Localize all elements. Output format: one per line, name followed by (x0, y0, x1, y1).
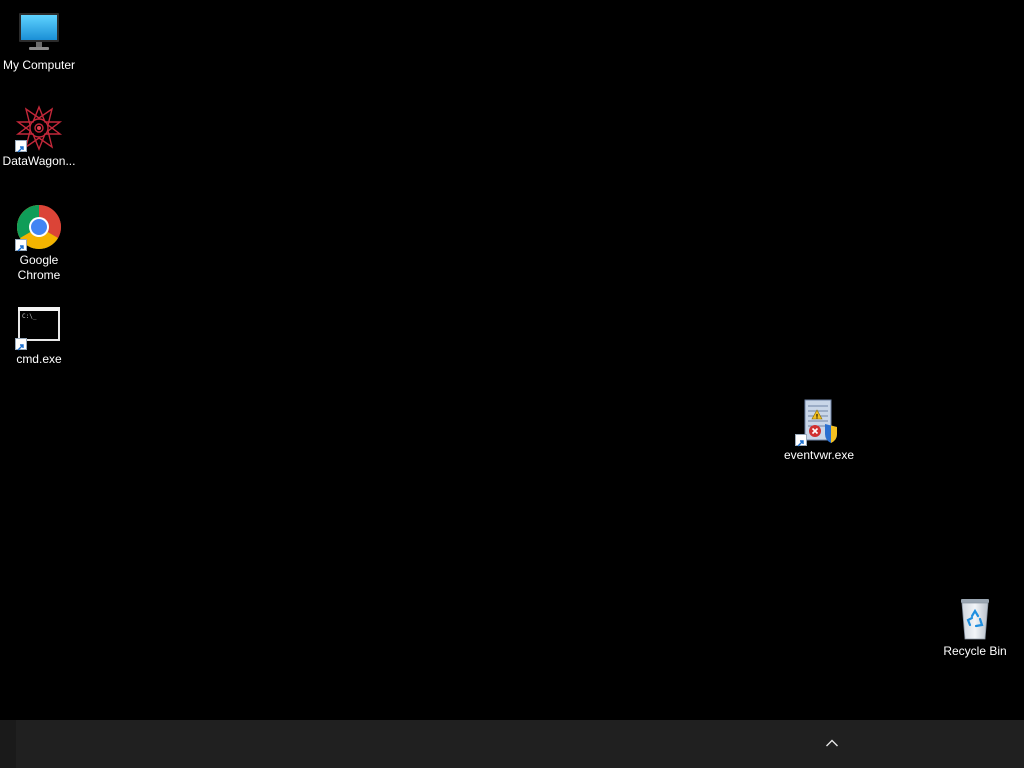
desktop-icon-label: My Computer (2, 58, 76, 72)
event-viewer-icon: ! (795, 398, 843, 447)
desktop-icon-recycle-bin[interactable]: Recycle Bin (937, 594, 1013, 659)
taskbar (0, 720, 1024, 768)
datawagon-icon (15, 104, 63, 153)
monitor-icon (15, 8, 63, 56)
desktop: My Computer DataWagon... Google Chrome C… (0, 0, 1024, 720)
shortcut-arrow-icon (15, 239, 27, 252)
chrome-icon (15, 203, 63, 252)
shortcut-arrow-icon (795, 434, 807, 447)
chevron-up-icon (825, 735, 839, 753)
svg-text:!: ! (816, 414, 819, 421)
taskbar-edge (0, 720, 16, 768)
recycle-bin-icon (951, 594, 999, 642)
desktop-icon-datawagon[interactable]: DataWagon... (1, 104, 77, 169)
desktop-icon-google-chrome[interactable]: Google Chrome (1, 203, 77, 283)
shortcut-arrow-icon (15, 140, 27, 153)
desktop-icon-eventvwr[interactable]: ! eventvwr.exe (781, 398, 857, 463)
desktop-icon-cmd[interactable]: C:\_ cmd.exe (1, 302, 77, 367)
desktop-icon-label: eventvwr.exe (783, 448, 855, 462)
desktop-icon-label: Google Chrome (17, 253, 61, 282)
show-hidden-icons-button[interactable] (818, 732, 846, 756)
shortcut-arrow-icon (15, 338, 27, 351)
cmd-icon: C:\_ (15, 302, 63, 351)
desktop-icon-label: cmd.exe (16, 352, 62, 366)
svg-text:C:\_: C:\_ (22, 313, 37, 320)
desktop-icon-label: Recycle Bin (943, 644, 1007, 658)
desktop-icon-my-computer[interactable]: My Computer (1, 8, 77, 73)
desktop-icon-label: DataWagon... (2, 154, 76, 168)
